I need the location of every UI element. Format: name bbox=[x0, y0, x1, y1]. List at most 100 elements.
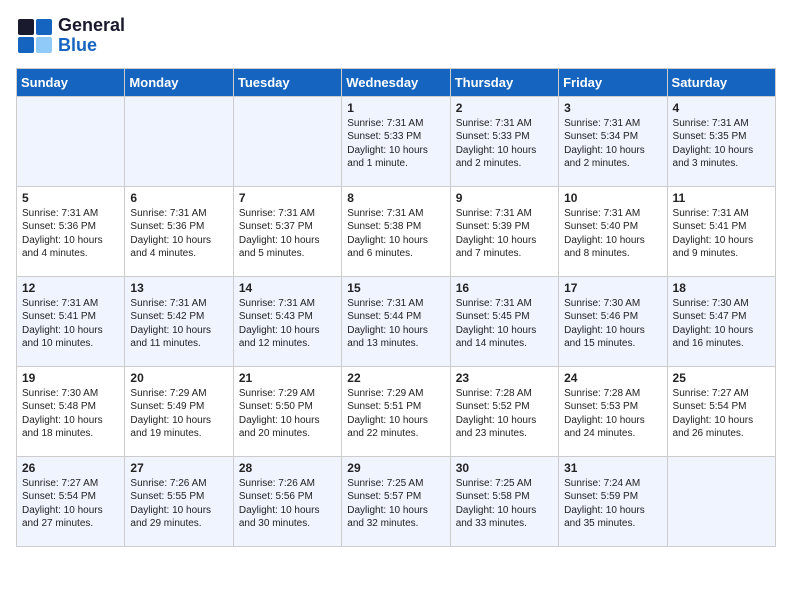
day-number: 22 bbox=[347, 371, 444, 385]
calendar-cell: 2 Sunrise: 7:31 AM Sunset: 5:33 PM Daylig… bbox=[450, 96, 558, 186]
calendar-week-row: 5Sunrise: 7:31 AM Sunset: 5:36 PM Daylig… bbox=[17, 186, 776, 276]
day-number: 28 bbox=[239, 461, 336, 475]
day-info: Sunrise: 7:29 AM Sunset: 5:50 PM Dayligh… bbox=[239, 387, 336, 441]
day-number: 10 bbox=[564, 191, 661, 205]
day-info: Sunrise: 7:29 AM Sunset: 5:51 PM Dayligh… bbox=[347, 387, 444, 441]
day-number: 20 bbox=[130, 371, 227, 385]
header-saturday: Saturday bbox=[667, 68, 775, 96]
day-info: Sunrise: 7:31 AM Sunset: 5:42 PM Dayligh… bbox=[130, 297, 227, 351]
header-friday: Friday bbox=[559, 68, 667, 96]
day-info: Sunrise: 7:31 AM Sunset: 5:41 PM Dayligh… bbox=[673, 207, 770, 261]
calendar-cell: 7 Sunrise: 7:31 AM Sunset: 5:37 PM Daylig… bbox=[233, 186, 341, 276]
day-info: Sunrise: 7:28 AM Sunset: 5:52 PM Dayligh… bbox=[456, 387, 553, 441]
calendar-cell: 25 Sunrise: 7:27 AM Sunset: 5:54 PM Dayli… bbox=[667, 366, 775, 456]
logo-general: General bbox=[58, 15, 125, 35]
day-info: Sunrise: 7:31 AM Sunset: 5:43 PM Dayligh… bbox=[239, 297, 336, 351]
day-number: 19 bbox=[22, 371, 119, 385]
calendar-cell bbox=[667, 456, 775, 546]
day-info: Sunrise: 7:29 AM Sunset: 5:49 PM Dayligh… bbox=[130, 387, 227, 441]
calendar-cell: 19Sunrise: 7:30 AM Sunset: 5:48 PM Dayli… bbox=[17, 366, 125, 456]
day-info: Sunrise: 7:31 AM Sunset: 5:37 PM Dayligh… bbox=[239, 207, 336, 261]
day-number: 27 bbox=[130, 461, 227, 475]
day-number: 2 bbox=[456, 101, 553, 115]
calendar-cell: 8Sunrise: 7:31 AM Sunset: 5:38 PM Daylig… bbox=[342, 186, 450, 276]
day-info: Sunrise: 7:31 AM Sunset: 5:34 PM Dayligh… bbox=[564, 117, 661, 171]
calendar-cell: 15 Sunrise: 7:31 AM Sunset: 5:44 PM Dayli… bbox=[342, 276, 450, 366]
day-info: Sunrise: 7:31 AM Sunset: 5:33 PM Dayligh… bbox=[456, 117, 553, 171]
day-number: 18 bbox=[673, 281, 770, 295]
calendar-cell bbox=[17, 96, 125, 186]
header-tuesday: Tuesday bbox=[233, 68, 341, 96]
calendar-week-row: 26 Sunrise: 7:27 AM Sunset: 5:54 PM Dayli… bbox=[17, 456, 776, 546]
calendar-week-row: 1 Sunrise: 7:31 AM Sunset: 5:33 PM Daylig… bbox=[17, 96, 776, 186]
day-info: Sunrise: 7:27 AM Sunset: 5:54 PM Dayligh… bbox=[673, 387, 770, 441]
calendar-cell bbox=[233, 96, 341, 186]
day-number: 17 bbox=[564, 281, 661, 295]
day-number: 23 bbox=[456, 371, 553, 385]
calendar-cell: 5Sunrise: 7:31 AM Sunset: 5:36 PM Daylig… bbox=[17, 186, 125, 276]
day-info: Sunrise: 7:25 AM Sunset: 5:57 PM Dayligh… bbox=[347, 477, 444, 531]
day-info: Sunrise: 7:30 AM Sunset: 5:46 PM Dayligh… bbox=[564, 297, 661, 351]
header-wednesday: Wednesday bbox=[342, 68, 450, 96]
day-number: 14 bbox=[239, 281, 336, 295]
day-info: Sunrise: 7:31 AM Sunset: 5:44 PM Dayligh… bbox=[347, 297, 444, 351]
logo-blue: Blue bbox=[58, 35, 97, 55]
day-info: Sunrise: 7:31 AM Sunset: 5:38 PM Dayligh… bbox=[347, 207, 444, 261]
day-number: 13 bbox=[130, 281, 227, 295]
calendar-cell: 12 Sunrise: 7:31 AM Sunset: 5:41 PM Dayli… bbox=[17, 276, 125, 366]
calendar-cell: 24Sunrise: 7:28 AM Sunset: 5:53 PM Dayli… bbox=[559, 366, 667, 456]
day-number: 31 bbox=[564, 461, 661, 475]
calendar-cell: 30Sunrise: 7:25 AM Sunset: 5:58 PM Dayli… bbox=[450, 456, 558, 546]
day-info: Sunrise: 7:31 AM Sunset: 5:39 PM Dayligh… bbox=[456, 207, 553, 261]
calendar-cell: 22 Sunrise: 7:29 AM Sunset: 5:51 PM Dayli… bbox=[342, 366, 450, 456]
logo-icon bbox=[16, 17, 54, 55]
calendar-cell: 14 Sunrise: 7:31 AM Sunset: 5:43 PM Dayli… bbox=[233, 276, 341, 366]
day-info: Sunrise: 7:31 AM Sunset: 5:35 PM Dayligh… bbox=[673, 117, 770, 171]
calendar-cell: 26 Sunrise: 7:27 AM Sunset: 5:54 PM Dayli… bbox=[17, 456, 125, 546]
calendar-cell: 6Sunrise: 7:31 AM Sunset: 5:36 PM Daylig… bbox=[125, 186, 233, 276]
calendar-cell: 21Sunrise: 7:29 AM Sunset: 5:50 PM Dayli… bbox=[233, 366, 341, 456]
calendar-week-row: 12 Sunrise: 7:31 AM Sunset: 5:41 PM Dayli… bbox=[17, 276, 776, 366]
day-info: Sunrise: 7:31 AM Sunset: 5:41 PM Dayligh… bbox=[22, 297, 119, 351]
calendar-header-row: Sunday Monday Tuesday Wednesday Thursday… bbox=[17, 68, 776, 96]
day-info: Sunrise: 7:31 AM Sunset: 5:33 PM Dayligh… bbox=[347, 117, 444, 171]
calendar-cell: 3 Sunrise: 7:31 AM Sunset: 5:34 PM Daylig… bbox=[559, 96, 667, 186]
day-info: Sunrise: 7:26 AM Sunset: 5:55 PM Dayligh… bbox=[130, 477, 227, 531]
day-info: Sunrise: 7:24 AM Sunset: 5:59 PM Dayligh… bbox=[564, 477, 661, 531]
calendar-cell: 31 Sunrise: 7:24 AM Sunset: 5:59 PM Dayli… bbox=[559, 456, 667, 546]
page-header: General Blue bbox=[16, 16, 776, 56]
day-number: 26 bbox=[22, 461, 119, 475]
calendar-cell: 1 Sunrise: 7:31 AM Sunset: 5:33 PM Daylig… bbox=[342, 96, 450, 186]
calendar-week-row: 19Sunrise: 7:30 AM Sunset: 5:48 PM Dayli… bbox=[17, 366, 776, 456]
calendar-cell: 29Sunrise: 7:25 AM Sunset: 5:57 PM Dayli… bbox=[342, 456, 450, 546]
day-info: Sunrise: 7:31 AM Sunset: 5:36 PM Dayligh… bbox=[22, 207, 119, 261]
day-number: 11 bbox=[673, 191, 770, 205]
calendar-cell: 13 Sunrise: 7:31 AM Sunset: 5:42 PM Dayli… bbox=[125, 276, 233, 366]
day-info: Sunrise: 7:31 AM Sunset: 5:45 PM Dayligh… bbox=[456, 297, 553, 351]
calendar-cell: 23 Sunrise: 7:28 AM Sunset: 5:52 PM Dayli… bbox=[450, 366, 558, 456]
day-info: Sunrise: 7:27 AM Sunset: 5:54 PM Dayligh… bbox=[22, 477, 119, 531]
header-monday: Monday bbox=[125, 68, 233, 96]
calendar-cell: 16 Sunrise: 7:31 AM Sunset: 5:45 PM Dayli… bbox=[450, 276, 558, 366]
calendar-cell: 11 Sunrise: 7:31 AM Sunset: 5:41 PM Dayli… bbox=[667, 186, 775, 276]
day-number: 1 bbox=[347, 101, 444, 115]
day-number: 16 bbox=[456, 281, 553, 295]
day-number: 15 bbox=[347, 281, 444, 295]
calendar-cell bbox=[125, 96, 233, 186]
day-info: Sunrise: 7:25 AM Sunset: 5:58 PM Dayligh… bbox=[456, 477, 553, 531]
header-sunday: Sunday bbox=[17, 68, 125, 96]
day-number: 4 bbox=[673, 101, 770, 115]
day-info: Sunrise: 7:31 AM Sunset: 5:40 PM Dayligh… bbox=[564, 207, 661, 261]
day-number: 25 bbox=[673, 371, 770, 385]
calendar-cell: 9Sunrise: 7:31 AM Sunset: 5:39 PM Daylig… bbox=[450, 186, 558, 276]
calendar-cell: 4 Sunrise: 7:31 AM Sunset: 5:35 PM Daylig… bbox=[667, 96, 775, 186]
day-info: Sunrise: 7:26 AM Sunset: 5:56 PM Dayligh… bbox=[239, 477, 336, 531]
calendar-cell: 27 Sunrise: 7:26 AM Sunset: 5:55 PM Dayli… bbox=[125, 456, 233, 546]
calendar-cell: 10 Sunrise: 7:31 AM Sunset: 5:40 PM Dayli… bbox=[559, 186, 667, 276]
day-number: 7 bbox=[239, 191, 336, 205]
day-info: Sunrise: 7:30 AM Sunset: 5:47 PM Dayligh… bbox=[673, 297, 770, 351]
day-number: 3 bbox=[564, 101, 661, 115]
header-thursday: Thursday bbox=[450, 68, 558, 96]
day-number: 12 bbox=[22, 281, 119, 295]
logo: General Blue bbox=[16, 16, 125, 56]
